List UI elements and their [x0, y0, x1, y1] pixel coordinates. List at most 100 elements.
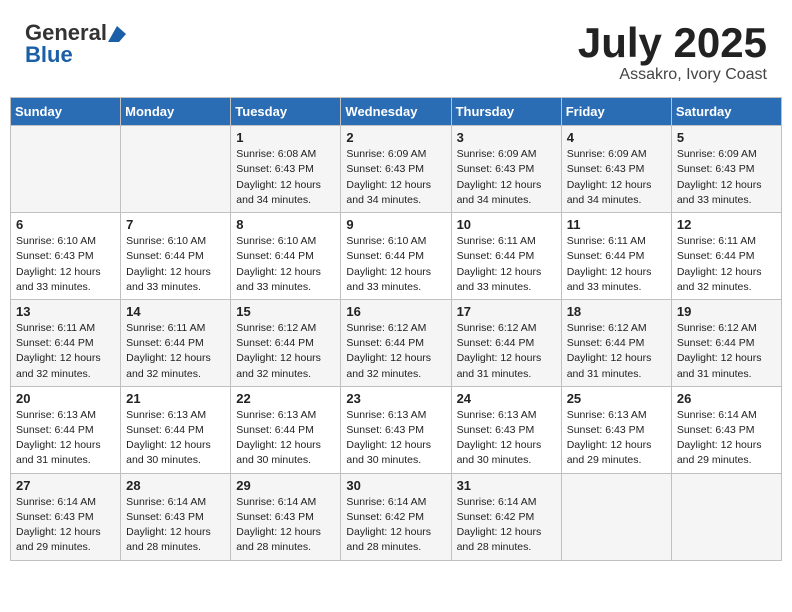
- day-info-text: Sunrise: 6:14 AM Sunset: 6:42 PM Dayligh…: [346, 495, 445, 556]
- day-info-text: Sunrise: 6:11 AM Sunset: 6:44 PM Dayligh…: [457, 234, 556, 295]
- calendar-week-row: 20 Sunrise: 6:13 AM Sunset: 6:44 PM Dayli…: [11, 386, 782, 473]
- calendar-cell: 2 Sunrise: 6:09 AM Sunset: 6:43 PM Daylig…: [341, 126, 451, 213]
- day-info-text: Sunrise: 6:09 AM Sunset: 6:43 PM Dayligh…: [346, 147, 445, 208]
- day-info-text: Sunrise: 6:09 AM Sunset: 6:43 PM Dayligh…: [677, 147, 776, 208]
- day-info-text: Sunrise: 6:13 AM Sunset: 6:43 PM Dayligh…: [567, 408, 666, 469]
- weekday-header-tuesday: Tuesday: [231, 98, 341, 126]
- calendar-cell: 25 Sunrise: 6:13 AM Sunset: 6:43 PM Dayli…: [561, 386, 671, 473]
- day-info-text: Sunrise: 6:11 AM Sunset: 6:44 PM Dayligh…: [126, 321, 225, 382]
- calendar-week-row: 6 Sunrise: 6:10 AM Sunset: 6:43 PM Daylig…: [11, 213, 782, 300]
- day-info-text: Sunrise: 6:10 AM Sunset: 6:43 PM Dayligh…: [16, 234, 115, 295]
- day-number: 27: [16, 478, 115, 493]
- weekday-header-wednesday: Wednesday: [341, 98, 451, 126]
- day-info-text: Sunrise: 6:12 AM Sunset: 6:44 PM Dayligh…: [346, 321, 445, 382]
- day-number: 16: [346, 304, 445, 319]
- weekday-header-friday: Friday: [561, 98, 671, 126]
- day-number: 26: [677, 391, 776, 406]
- calendar-cell: [561, 473, 671, 560]
- day-info-text: Sunrise: 6:12 AM Sunset: 6:44 PM Dayligh…: [567, 321, 666, 382]
- calendar-cell: 17Sunrise: 6:12 AM Sunset: 6:44 PM Dayli…: [451, 299, 561, 386]
- calendar-cell: 30 Sunrise: 6:14 AM Sunset: 6:42 PM Dayli…: [341, 473, 451, 560]
- calendar-cell: 3 Sunrise: 6:09 AM Sunset: 6:43 PM Daylig…: [451, 126, 561, 213]
- calendar-cell: 23Sunrise: 6:13 AM Sunset: 6:43 PM Dayli…: [341, 386, 451, 473]
- location-subtitle: Assakro, Ivory Coast: [578, 66, 767, 84]
- calendar-cell: 27Sunrise: 6:14 AM Sunset: 6:43 PM Dayli…: [11, 473, 121, 560]
- day-number: 10: [457, 217, 556, 232]
- day-number: 3: [457, 130, 556, 145]
- logo: General Blue: [25, 20, 126, 68]
- weekday-header-saturday: Saturday: [671, 98, 781, 126]
- day-info-text: Sunrise: 6:11 AM Sunset: 6:44 PM Dayligh…: [16, 321, 115, 382]
- day-info-text: Sunrise: 6:14 AM Sunset: 6:43 PM Dayligh…: [126, 495, 225, 556]
- day-info-text: Sunrise: 6:11 AM Sunset: 6:44 PM Dayligh…: [677, 234, 776, 295]
- day-number: 14: [126, 304, 225, 319]
- day-number: 7: [126, 217, 225, 232]
- day-info-text: Sunrise: 6:11 AM Sunset: 6:44 PM Dayligh…: [567, 234, 666, 295]
- calendar-cell: 15 Sunrise: 6:12 AM Sunset: 6:44 PM Dayli…: [231, 299, 341, 386]
- day-number: 12: [677, 217, 776, 232]
- calendar-cell: 26 Sunrise: 6:14 AM Sunset: 6:43 PM Dayli…: [671, 386, 781, 473]
- title-block: July 2025 Assakro, Ivory Coast: [578, 20, 767, 84]
- calendar-week-row: 27 Sunrise: 6:14 AM Sunset: 6:43 PM Dayli…: [11, 473, 782, 560]
- day-number: 20: [16, 391, 115, 406]
- day-info-text: Sunrise: 6:13 AM Sunset: 6:44 PM Dayligh…: [236, 408, 335, 469]
- calendar-cell: 19Sunrise: 6:12 AM Sunset: 6:44 PM Dayli…: [671, 299, 781, 386]
- day-number: 18: [567, 304, 666, 319]
- month-year-title: July 2025: [578, 20, 767, 66]
- calendar-week-row: 13 Sunrise: 6:11 AM Sunset: 6:44 PM Dayli…: [11, 299, 782, 386]
- calendar-cell: 20 Sunrise: 6:13 AM Sunset: 6:44 PM Dayli…: [11, 386, 121, 473]
- day-number: 29: [236, 478, 335, 493]
- calendar-cell: 14 Sunrise: 6:11 AM Sunset: 6:44 PM Dayli…: [121, 299, 231, 386]
- day-number: 15: [236, 304, 335, 319]
- weekday-header-thursday: Thursday: [451, 98, 561, 126]
- day-info-text: Sunrise: 6:12 AM Sunset: 6:44 PM Dayligh…: [236, 321, 335, 382]
- calendar-cell: 28 Sunrise: 6:14 AM Sunset: 6:43 PM Dayli…: [121, 473, 231, 560]
- weekday-header-monday: Monday: [121, 98, 231, 126]
- day-number: 30: [346, 478, 445, 493]
- day-info-text: Sunrise: 6:14 AM Sunset: 6:42 PM Dayligh…: [457, 495, 556, 556]
- day-number: 31: [457, 478, 556, 493]
- day-number: 2: [346, 130, 445, 145]
- day-info-text: Sunrise: 6:09 AM Sunset: 6:43 PM Dayligh…: [457, 147, 556, 208]
- day-info-text: Sunrise: 6:13 AM Sunset: 6:43 PM Dayligh…: [457, 408, 556, 469]
- calendar-cell: 7 Sunrise: 6:10 AM Sunset: 6:44 PM Daylig…: [121, 213, 231, 300]
- calendar-cell: 12 Sunrise: 6:11 AM Sunset: 6:44 PM Dayli…: [671, 213, 781, 300]
- calendar-cell: 22 Sunrise: 6:13 AM Sunset: 6:44 PM Dayli…: [231, 386, 341, 473]
- day-info-text: Sunrise: 6:10 AM Sunset: 6:44 PM Dayligh…: [346, 234, 445, 295]
- calendar-cell: 24 Sunrise: 6:13 AM Sunset: 6:43 PM Dayli…: [451, 386, 561, 473]
- calendar-cell: 16 Sunrise: 6:12 AM Sunset: 6:44 PM Dayli…: [341, 299, 451, 386]
- calendar-week-row: 1 Sunrise: 6:08 AM Sunset: 6:43 PM Daylig…: [11, 126, 782, 213]
- day-number: 13: [16, 304, 115, 319]
- calendar-cell: 1 Sunrise: 6:08 AM Sunset: 6:43 PM Daylig…: [231, 126, 341, 213]
- day-info-text: Sunrise: 6:10 AM Sunset: 6:44 PM Dayligh…: [236, 234, 335, 295]
- logo-triangle-icon: [108, 24, 126, 42]
- day-number: 21: [126, 391, 225, 406]
- day-info-text: Sunrise: 6:14 AM Sunset: 6:43 PM Dayligh…: [677, 408, 776, 469]
- calendar-cell: 11Sunrise: 6:11 AM Sunset: 6:44 PM Dayli…: [561, 213, 671, 300]
- day-info-text: Sunrise: 6:13 AM Sunset: 6:44 PM Dayligh…: [126, 408, 225, 469]
- day-number: 8: [236, 217, 335, 232]
- calendar-header-row: SundayMondayTuesdayWednesdayThursdayFrid…: [11, 98, 782, 126]
- day-info-text: Sunrise: 6:13 AM Sunset: 6:44 PM Dayligh…: [16, 408, 115, 469]
- day-number: 19: [677, 304, 776, 319]
- day-info-text: Sunrise: 6:09 AM Sunset: 6:43 PM Dayligh…: [567, 147, 666, 208]
- day-number: 25: [567, 391, 666, 406]
- logo-blue-text: Blue: [25, 42, 73, 68]
- calendar-table: SundayMondayTuesdayWednesdayThursdayFrid…: [10, 97, 782, 560]
- day-number: 6: [16, 217, 115, 232]
- calendar-cell: [11, 126, 121, 213]
- day-info-text: Sunrise: 6:13 AM Sunset: 6:43 PM Dayligh…: [346, 408, 445, 469]
- calendar-cell: 21 Sunrise: 6:13 AM Sunset: 6:44 PM Dayli…: [121, 386, 231, 473]
- day-number: 17: [457, 304, 556, 319]
- page-header: General Blue July 2025 Assakro, Ivory Co…: [10, 10, 782, 89]
- day-number: 9: [346, 217, 445, 232]
- day-number: 22: [236, 391, 335, 406]
- day-info-text: Sunrise: 6:08 AM Sunset: 6:43 PM Dayligh…: [236, 147, 335, 208]
- day-number: 28: [126, 478, 225, 493]
- calendar-cell: 9 Sunrise: 6:10 AM Sunset: 6:44 PM Daylig…: [341, 213, 451, 300]
- day-number: 24: [457, 391, 556, 406]
- day-number: 1: [236, 130, 335, 145]
- calendar-cell: 31 Sunrise: 6:14 AM Sunset: 6:42 PM Dayli…: [451, 473, 561, 560]
- day-info-text: Sunrise: 6:10 AM Sunset: 6:44 PM Dayligh…: [126, 234, 225, 295]
- calendar-cell: [671, 473, 781, 560]
